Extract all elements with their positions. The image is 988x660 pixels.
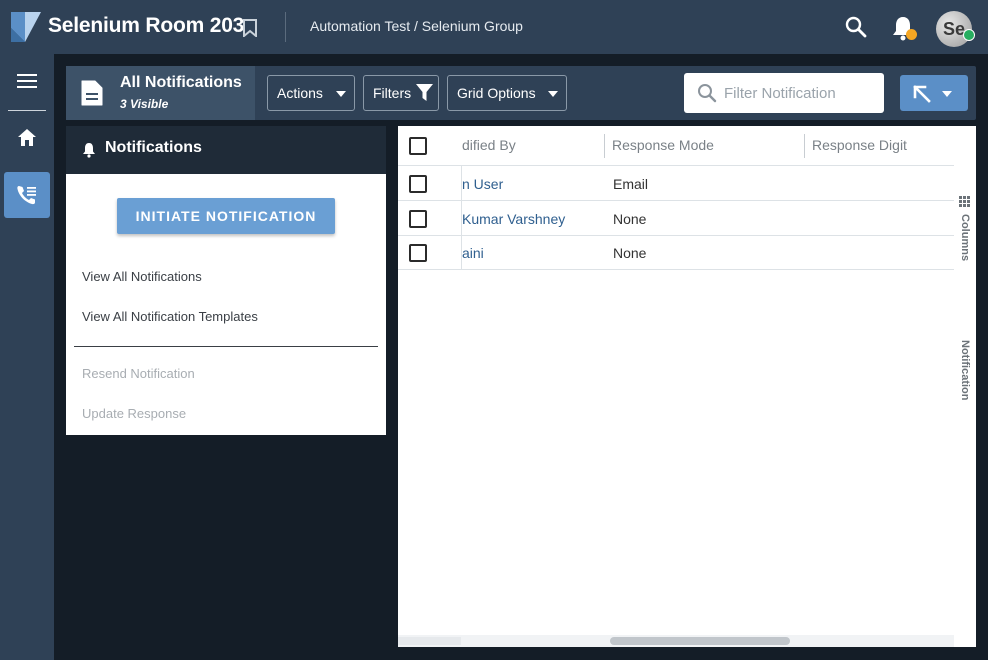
filters-button[interactable]: Filters [363,75,439,111]
column-header-modified-by[interactable]: dified By [462,137,516,153]
document-icon [81,80,103,106]
rail-item-notifications[interactable] [4,172,50,218]
avatar-initials: Se [942,18,966,39]
filters-label: Filters [373,85,412,101]
columns-tab-label: Columns [959,214,971,262]
notifications-panel-header: Notifications [66,126,386,174]
app-title: Selenium Room 203 [48,14,245,37]
filter-notification-input[interactable] [724,81,874,105]
bell-icon [83,143,95,158]
online-status-dot [963,29,975,41]
view-all-notifications-link[interactable]: View All Notifications [82,269,202,284]
grid-header: dified By Response Mode Response Digit [398,126,954,166]
page-title: All Notifications [120,74,242,91]
breadcrumb[interactable]: Automation Test / Selenium Group [310,18,523,34]
home-icon[interactable] [17,128,37,148]
grid-options-button[interactable]: Grid Options [447,75,567,111]
left-rail [0,54,54,660]
filter-icon [416,84,433,101]
notification-side-tab[interactable]: Notification [954,338,976,408]
modified-by-cell[interactable]: n User [462,176,503,192]
visible-count: 3 Visible [120,97,169,111]
row-checkbox[interactable] [409,210,427,228]
table-row[interactable]: Kumar Varshney None [398,202,954,236]
column-header-response-mode[interactable]: Response Mode [612,137,714,153]
actions-button[interactable]: Actions [267,75,355,111]
search-icon [698,84,717,103]
grid-icon [959,196,970,207]
chevron-down-icon [942,91,952,97]
app-logo-icon[interactable] [11,12,41,42]
column-resize-handle[interactable] [604,134,605,158]
notification-dot [906,29,917,40]
column-header-response-digit[interactable]: Response Digit [812,137,907,153]
row-checkbox[interactable] [409,175,427,193]
grid-options-label: Grid Options [457,85,536,101]
panel-divider [74,346,378,347]
navigate-button[interactable] [900,75,968,111]
response-mode-cell: Email [613,176,649,192]
search-icon[interactable] [845,16,867,38]
view-all-notification-templates-link[interactable]: View All Notification Templates [82,309,258,324]
select-all-checkbox[interactable] [409,137,427,155]
response-mode-cell: None [613,211,647,227]
horizontal-scrollbar[interactable] [398,635,954,647]
page-header: All Notifications 3 Visible [66,66,255,120]
arrow-up-left-icon [913,85,931,103]
phone-list-icon [17,186,36,205]
resend-notification-link: Resend Notification [82,366,195,381]
notifications-panel: INITIATE NOTIFICATION View All Notificat… [66,174,386,435]
modified-by-cell[interactable]: Kumar Varshney [462,211,565,227]
row-checkbox[interactable] [409,244,427,262]
table-row[interactable]: n User Email [398,167,954,201]
columns-side-tab[interactable]: Columns [954,194,976,270]
notifications-panel-title: Notifications [105,139,202,156]
top-bar: Selenium Room 203 Automation Test / Sele… [0,0,988,54]
toolbar: All Notifications 3 Visible Actions Filt… [66,66,976,120]
header-divider [285,12,286,42]
bookmark-icon[interactable] [242,19,258,37]
column-resize-handle[interactable] [804,134,805,158]
actions-label: Actions [277,85,323,101]
chevron-down-icon [336,91,346,97]
initiate-notification-button[interactable]: INITIATE NOTIFICATION [117,198,335,234]
scrollbar-thumb[interactable] [610,637,790,645]
update-response-link: Update Response [82,406,187,421]
response-mode-cell: None [613,245,647,261]
modified-by-cell[interactable]: aini [462,245,484,261]
rail-divider [8,110,46,111]
menu-icon[interactable] [17,74,37,88]
table-row[interactable]: aini None [398,236,954,270]
notifications-grid: dified By Response Mode Response Digit n… [398,126,976,647]
chevron-down-icon [548,91,558,97]
filter-search-box[interactable] [684,73,884,113]
notification-tab-label: Notification [959,340,971,401]
pinned-scroll-zone [398,637,461,645]
